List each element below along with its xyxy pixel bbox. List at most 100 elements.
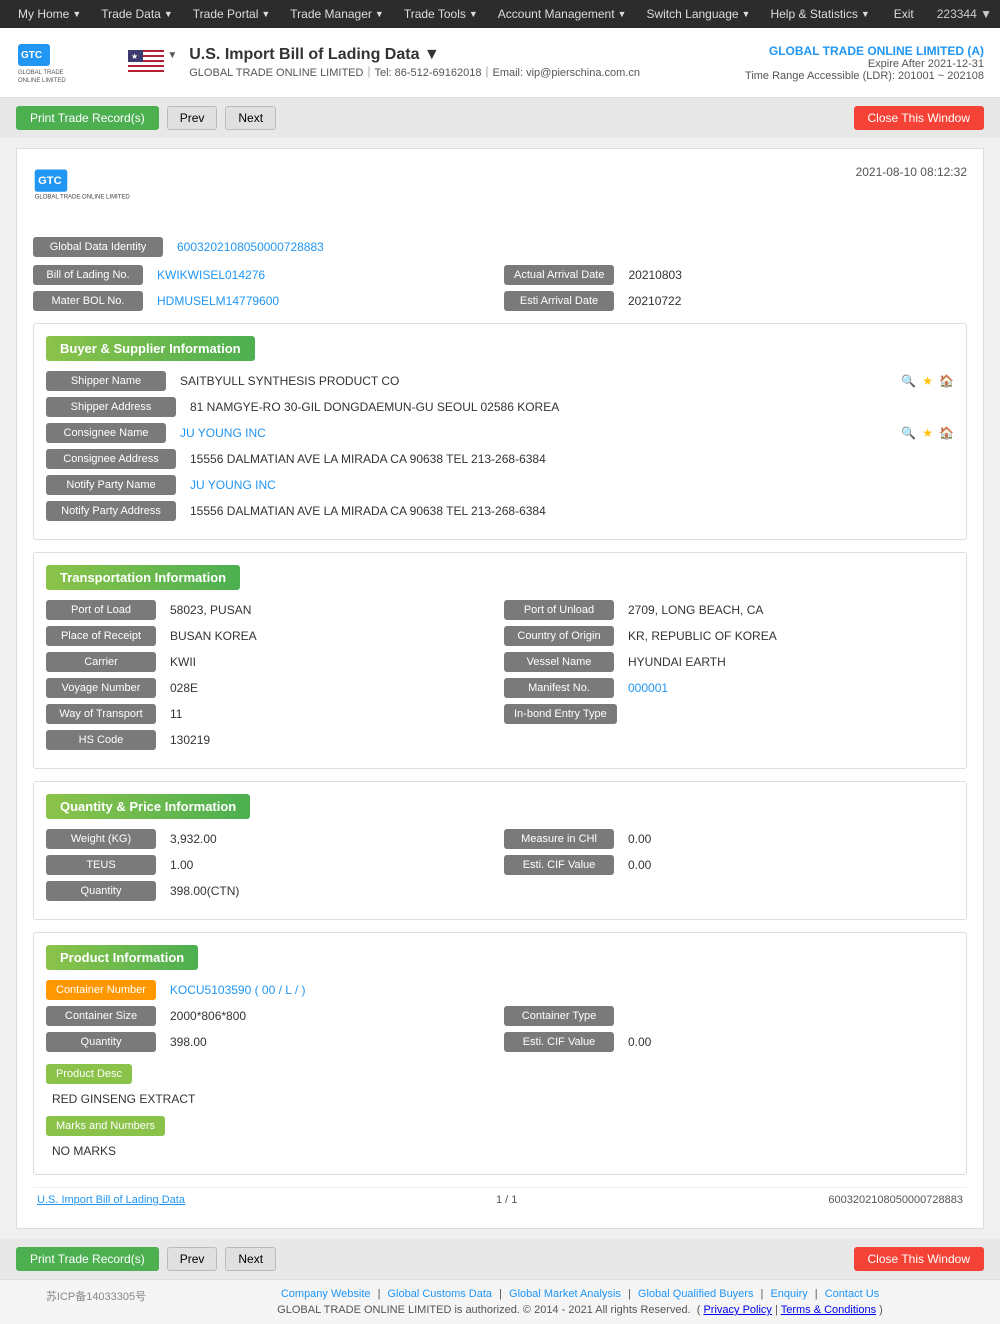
- port-of-load-label: Port of Load: [46, 600, 156, 620]
- consignee-name-row: Consignee Name JU YOUNG INC 🔍 ★ 🏠: [46, 423, 954, 443]
- company-name: GLOBAL TRADE ONLINE LIMITED (A): [745, 44, 984, 58]
- actual-arrival-value: 20210803: [622, 265, 967, 285]
- bill-arrival-row: Bill of Lading No. KWIKWISEL014276 Actua…: [33, 265, 967, 285]
- footer-global-market[interactable]: Global Market Analysis: [509, 1288, 621, 1300]
- hs-code-value: 130219: [164, 730, 954, 750]
- place-of-receipt-label: Place of Receipt: [46, 626, 156, 646]
- marks-text: NO MARKS: [46, 1140, 954, 1162]
- footer-top: 苏ICP备14033305号 Company Website | Global …: [16, 1288, 984, 1316]
- user-id[interactable]: 223344 ▼: [937, 7, 992, 21]
- footer-global-qualified[interactable]: Global Qualified Buyers: [638, 1288, 754, 1300]
- quantity-price-section: Quantity & Price Information Weight (KG)…: [33, 781, 967, 920]
- esti-arrival-col: Esti Arrival Date 20210722: [504, 291, 967, 311]
- inbond-entry-label: In-bond Entry Type: [504, 704, 617, 724]
- notify-party-name-row: Notify Party Name JU YOUNG INC: [46, 475, 954, 495]
- quantity-row: Quantity 398.00(CTN): [46, 881, 954, 901]
- esti-cif-qp-value: 0.00: [622, 855, 954, 875]
- footer-privacy[interactable]: Privacy Policy: [703, 1304, 771, 1316]
- global-identity-label: Global Data Identity: [33, 237, 163, 257]
- nav-trade-portal[interactable]: Trade Portal ▼: [183, 0, 281, 28]
- buyer-supplier-title: Buyer & Supplier Information: [46, 336, 255, 361]
- print-button-bottom[interactable]: Print Trade Record(s): [16, 1247, 159, 1271]
- page-footer: 苏ICP备14033305号 Company Website | Global …: [0, 1279, 1000, 1324]
- port-of-unload-value: 2709, LONG BEACH, CA: [622, 600, 954, 620]
- company-logo: GTC GLOBAL TRADE ONLINE LIMITED: [16, 36, 116, 89]
- next-button-bottom[interactable]: Next: [225, 1247, 276, 1271]
- shipper-search-icon[interactable]: 🔍: [901, 374, 916, 388]
- document-footer: U.S. Import Bill of Lading Data 1 / 1 60…: [33, 1187, 967, 1212]
- country-of-origin-value: KR, REPUBLIC OF KOREA: [622, 626, 954, 646]
- consignee-address-label: Consignee Address: [46, 449, 176, 469]
- consignee-address-value: 15556 DALMATIAN AVE LA MIRADA CA 90638 T…: [184, 449, 954, 469]
- master-bol-col: Mater BOL No. HDMUSELM14779600: [33, 291, 496, 311]
- quantity-qp-label: Quantity: [46, 881, 156, 901]
- footer-enquiry[interactable]: Enquiry: [770, 1288, 807, 1300]
- product-quantity-label: Quantity: [46, 1032, 156, 1052]
- container-number-button[interactable]: Container Number: [46, 980, 156, 1000]
- product-desc-button[interactable]: Product Desc: [46, 1064, 132, 1084]
- svg-text:GLOBAL TRADE ONLINE LIMITED: GLOBAL TRADE ONLINE LIMITED: [35, 195, 131, 201]
- consignee-star-icon[interactable]: ★: [922, 426, 933, 440]
- doc-footer-left[interactable]: U.S. Import Bill of Lading Data: [37, 1194, 185, 1206]
- footer-terms[interactable]: Terms & Conditions: [781, 1304, 876, 1316]
- voyage-number-value: 028E: [164, 678, 496, 698]
- nav-my-home[interactable]: My Home ▼: [8, 0, 91, 28]
- print-button-top[interactable]: Print Trade Record(s): [16, 106, 159, 130]
- teus-cif-row: TEUS 1.00 Esti. CIF Value 0.00: [46, 855, 954, 875]
- port-row: Port of Load 58023, PUSAN Port of Unload…: [46, 600, 954, 620]
- next-button-top[interactable]: Next: [225, 106, 276, 130]
- expire-date: Expire After 2021-12-31: [745, 58, 984, 70]
- vessel-name-value: HYUNDAI EARTH: [622, 652, 954, 672]
- notify-party-address-label: Notify Party Address: [46, 501, 176, 521]
- main-document: GTC GLOBAL TRADE ONLINE LIMITED 2021-08-…: [16, 148, 984, 1229]
- shipper-star-icon[interactable]: ★: [922, 374, 933, 388]
- container-size-value: 2000*806*800: [164, 1006, 496, 1026]
- doc-footer-center: 1 / 1: [496, 1194, 517, 1206]
- nav-trade-tools[interactable]: Trade Tools ▼: [394, 0, 488, 28]
- esti-arrival-label: Esti Arrival Date: [504, 291, 614, 311]
- footer-global-customs[interactable]: Global Customs Data: [388, 1288, 493, 1300]
- buyer-supplier-section: Buyer & Supplier Information Shipper Nam…: [33, 323, 967, 540]
- hs-code-label: HS Code: [46, 730, 156, 750]
- shipper-home-icon[interactable]: 🏠: [939, 374, 954, 388]
- carrier-label: Carrier: [46, 652, 156, 672]
- nav-exit[interactable]: Exit: [884, 0, 924, 28]
- footer-links: Company Website | Global Customs Data | …: [176, 1288, 984, 1300]
- footer-company-website[interactable]: Company Website: [281, 1288, 371, 1300]
- prev-button-bottom[interactable]: Prev: [167, 1247, 218, 1271]
- teus-value: 1.00: [164, 855, 496, 875]
- close-button-bottom[interactable]: Close This Window: [854, 1247, 984, 1271]
- nav-trade-manager[interactable]: Trade Manager ▼: [280, 0, 394, 28]
- nav-help-statistics[interactable]: Help & Statistics ▼: [760, 0, 879, 28]
- nav-switch-language[interactable]: Switch Language ▼: [636, 0, 760, 28]
- product-desc-text: RED GINSENG EXTRACT: [46, 1088, 954, 1110]
- carrier-vessel-row: Carrier KWII Vessel Name HYUNDAI EARTH: [46, 652, 954, 672]
- marks-button[interactable]: Marks and Numbers: [46, 1116, 165, 1136]
- footer-links-section: Company Website | Global Customs Data | …: [176, 1288, 984, 1316]
- consignee-search-icon[interactable]: 🔍: [901, 426, 916, 440]
- country-flag[interactable]: ★ ▼: [128, 50, 177, 75]
- product-quantity-value: 398.00: [164, 1032, 496, 1052]
- document-date: 2021-08-10 08:12:32: [856, 165, 967, 179]
- container-type-label: Container Type: [504, 1006, 614, 1026]
- country-of-origin-label: Country of Origin: [504, 626, 614, 646]
- way-of-transport-label: Way of Transport: [46, 704, 156, 724]
- consignee-home-icon[interactable]: 🏠: [939, 426, 954, 440]
- receipt-origin-row: Place of Receipt BUSAN KOREA Country of …: [46, 626, 954, 646]
- global-identity-row: Global Data Identity 6003202108050000728…: [33, 237, 967, 257]
- notify-party-address-row: Notify Party Address 15556 DALMATIAN AVE…: [46, 501, 954, 521]
- measure-chl-label: Measure in CHl: [504, 829, 614, 849]
- master-bol-value: HDMUSELM14779600: [151, 291, 496, 311]
- voyage-manifest-row: Voyage Number 028E Manifest No. 000001: [46, 678, 954, 698]
- hs-code-row: HS Code 130219: [46, 730, 954, 750]
- close-button-top[interactable]: Close This Window: [854, 106, 984, 130]
- teus-label: TEUS: [46, 855, 156, 875]
- prev-button-top[interactable]: Prev: [167, 106, 218, 130]
- shipper-address-value: 81 NAMGYE-RO 30-GIL DONGDAEMUN-GU SEOUL …: [184, 397, 954, 417]
- transport-inbond-row: Way of Transport 11 In-bond Entry Type: [46, 704, 954, 724]
- footer-contact-us[interactable]: Contact Us: [825, 1288, 879, 1300]
- product-quantity-cif-row: Quantity 398.00 Esti. CIF Value 0.00: [46, 1032, 954, 1052]
- nav-account-management[interactable]: Account Management ▼: [488, 0, 637, 28]
- nav-trade-data[interactable]: Trade Data ▼: [91, 0, 183, 28]
- shipper-address-label: Shipper Address: [46, 397, 176, 417]
